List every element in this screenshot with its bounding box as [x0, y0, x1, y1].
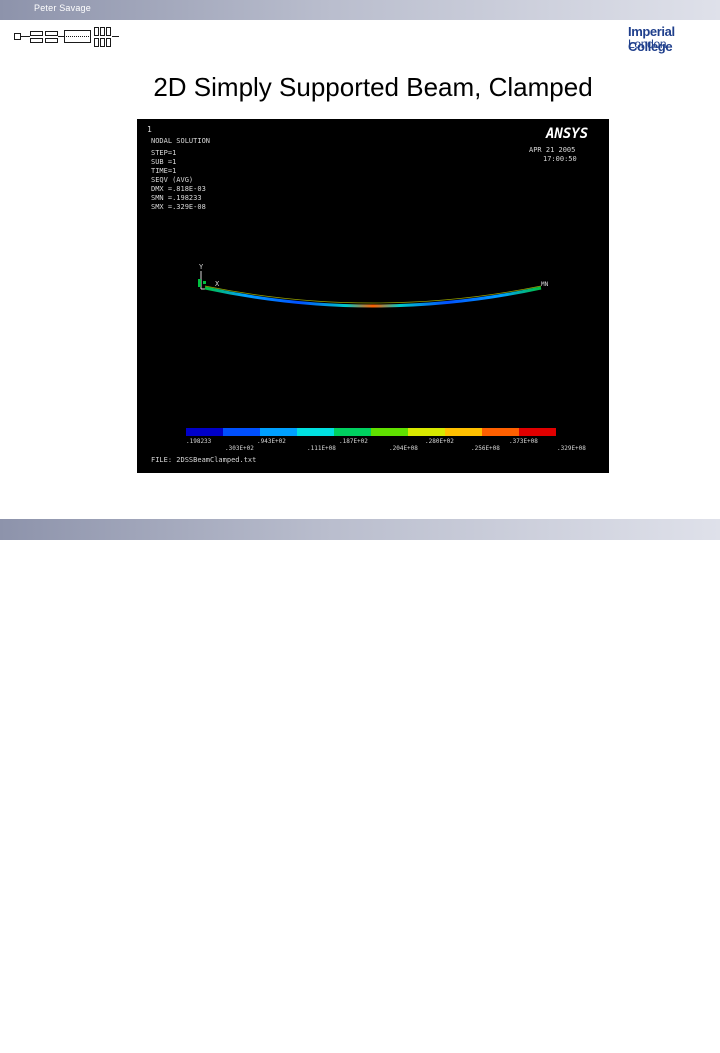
legend-label: .943E+02 [257, 438, 286, 445]
legend-label: .111E+08 [307, 445, 336, 452]
plot-time: 17:00:50 [543, 155, 577, 163]
slide-title: 2D Simply Supported Beam, Clamped [153, 72, 593, 102]
legend-label: .204E+08 [389, 445, 418, 452]
info-line: SEQV (AVG) [151, 176, 193, 184]
bottom-banner: FETS_Mech_27_04_05 [0, 519, 720, 1053]
info-line: TIME=1 [151, 167, 176, 175]
info-line: NODAL SOLUTION [151, 137, 210, 145]
footer-text: FETS_Mech_27_04_05 [58, 1042, 164, 1053]
svg-text:1: 1 [147, 125, 152, 134]
imperial-college-logo-subline: London [628, 37, 667, 51]
ansys-logo: ANSYS [545, 126, 588, 142]
ansys-result-plot: 1 NODAL SOLUTION STEP=1 SUB =1 TIME=1 SE… [137, 119, 609, 473]
info-line: STEP=1 [151, 149, 176, 157]
axis-x-label: X [215, 280, 220, 288]
contour-legend [186, 428, 556, 436]
legend-label: .373E+08 [509, 438, 538, 445]
legend-label: .280E+02 [425, 438, 454, 445]
axis-y-label: Y [199, 263, 204, 271]
info-line: SMX =.329E-08 [151, 203, 206, 211]
info-line: SMN =.198233 [151, 194, 202, 202]
left-support-marker [198, 279, 206, 287]
file-label: FILE: 2DSSBeamClamped.txt [151, 456, 256, 464]
info-line: SUB =1 [151, 158, 176, 166]
legend-label: .329E+08 [557, 445, 586, 452]
node-end-label: MN [541, 281, 549, 288]
author-name: Peter Savage [34, 3, 91, 13]
plot-date: APR 21 2005 [529, 146, 575, 154]
legend-label: .256E+08 [471, 445, 500, 452]
coordinate-triad: Y X [199, 263, 220, 290]
legend-label: .198233 [186, 438, 212, 445]
circuit-decoration-icon [14, 27, 119, 47]
info-line: DMX =.818E-03 [151, 185, 206, 193]
legend-label: .187E+02 [339, 438, 368, 445]
legend-label: .303E+02 [225, 445, 254, 452]
top-banner: Peter Savage [0, 0, 720, 20]
